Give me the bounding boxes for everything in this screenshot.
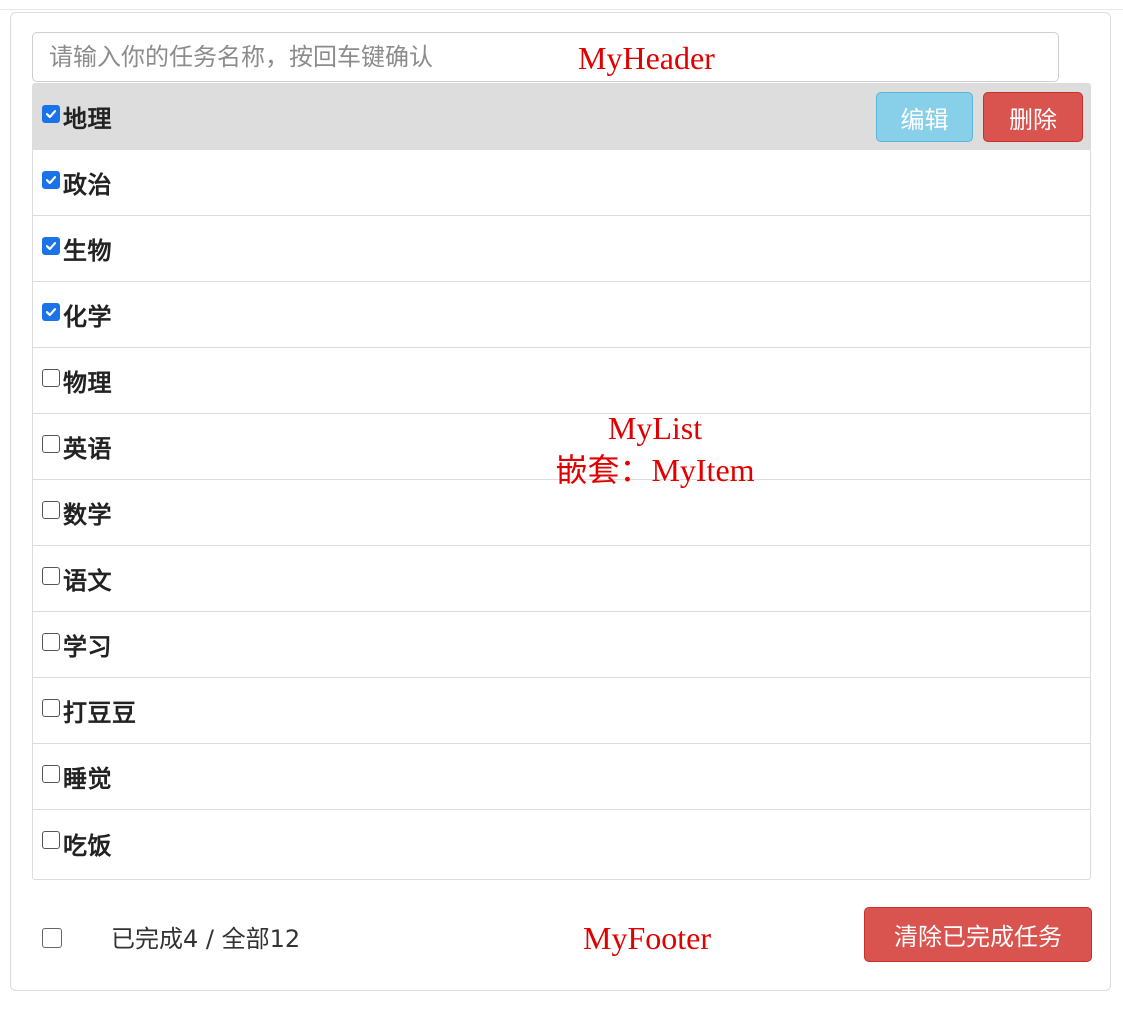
todo-item-checkbox[interactable] [42,566,60,585]
todo-item-label: 英语 [63,435,112,463]
todo-item-label: 政治 [63,171,112,199]
annotation-mylist-line1: MyList [607,410,703,446]
todo-item[interactable]: 语文 [33,546,1090,612]
todo-item-label: 打豆豆 [63,699,137,727]
todo-item-label: 吃饭 [63,831,112,860]
todo-item[interactable]: 地理 编辑 删除 [33,84,1090,150]
todo-item-checkbox[interactable] [42,104,60,123]
todo-item-checkbox[interactable] [42,434,60,453]
todo-item[interactable]: 打豆豆 [33,678,1090,744]
todo-item[interactable]: 吃饭 [33,810,1090,876]
todo-item[interactable]: 生物 [33,216,1090,282]
todo-item[interactable]: 学习 [33,612,1090,678]
completion-status: 已完成4 / 全部12 [111,925,301,953]
todo-item-checkbox[interactable] [42,302,60,321]
delete-button[interactable]: 删除 [983,92,1083,142]
todo-item-label: 物理 [63,369,112,397]
top-divider [0,9,1123,10]
annotation-mylist-line2: 嵌套：MyItem [555,451,755,488]
todo-item-checkbox[interactable] [42,764,60,783]
todo-item-label: 数学 [63,501,112,529]
checkmark-icon [45,241,57,250]
checkmark-icon [45,175,57,184]
edit-button[interactable]: 编辑 [876,92,973,142]
todo-item-checkbox[interactable] [42,831,60,849]
todo-app-container: 地理 编辑删除政治生物化学物理英语数学语文学习打豆豆睡觉吃饭 已完成4 / 全部1… [10,12,1111,991]
todo-item[interactable]: 政治 [33,150,1090,216]
todo-item[interactable]: 化学 [33,282,1090,348]
todo-item-checkbox[interactable] [42,698,60,717]
annotation-myheader: MyHeader [578,40,715,76]
clear-completed-button[interactable]: 清除已完成任务 [864,907,1092,962]
todo-item-label: 生物 [63,237,112,265]
select-all-checkbox[interactable] [42,928,62,948]
todo-item-checkbox[interactable] [42,170,60,189]
task-name-input[interactable] [32,32,1059,82]
todo-item-label: 学习 [63,633,112,661]
todo-item-checkbox[interactable] [42,632,60,651]
annotation-mylist: MyList 嵌套：MyItem [545,408,765,491]
todo-item[interactable]: 睡觉 [33,744,1090,810]
annotation-myfooter: MyFooter [583,920,711,956]
todo-item-checkbox[interactable] [42,236,60,255]
todo-item-label: 睡觉 [63,765,112,793]
todo-footer: 已完成4 / 全部12 清除已完成任务 [11,893,1110,973]
todo-item-label: 地理 [63,105,112,133]
todo-item-checkbox[interactable] [42,500,60,519]
todo-item-checkbox[interactable] [42,368,60,387]
todo-item-label: 语文 [63,567,112,595]
todo-item-label: 化学 [63,303,112,331]
checkmark-icon [45,109,57,118]
todo-item[interactable]: 物理 [33,348,1090,414]
checkmark-icon [45,307,57,316]
